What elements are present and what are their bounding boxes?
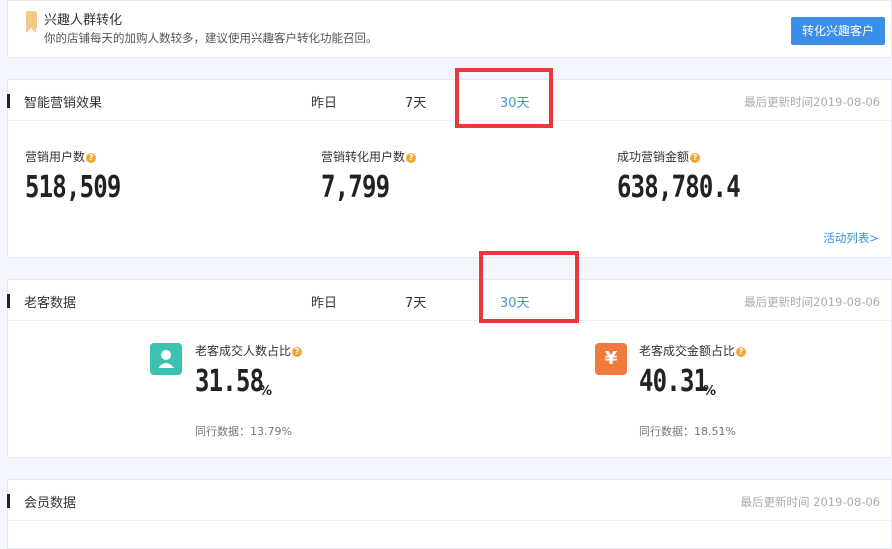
last-updated: 最后更新时间 2019-08-06 [740,495,881,509]
banner-description: 你的店铺每天的加购人数较多，建议使用兴趣客户转化功能召回。 [44,31,378,45]
section-marker [7,494,10,508]
question-icon[interactable]: ? [86,153,97,163]
metric-label-old-customer-amount-ratio: 老客成交金额占比? [639,342,747,359]
section-title: 智能营销效果 [24,96,103,111]
tab-yesterday[interactable]: 昨日 [311,292,337,311]
bookmark-icon [26,11,37,33]
old-customer-section: 老客数据 昨日 7天 30天 最后更新时间2019-08-06 老客成交人数占比… [7,279,892,458]
question-icon[interactable]: ? [292,347,303,357]
question-icon[interactable]: ? [736,347,747,357]
banner-title: 兴趣人群转化 [44,13,123,28]
convert-interest-customers-button[interactable]: 转化兴趣客户 [791,17,885,45]
section-marker [7,294,10,308]
peer-data: 同行数据：18.51% [639,425,736,438]
metric-value-old-customer-count-ratio: 31.58 [195,364,264,399]
percent-unit: % [259,384,273,399]
tab-7-days[interactable]: 7天 [405,92,426,111]
user-icon [150,343,182,375]
interest-conversion-banner: 兴趣人群转化 你的店铺每天的加购人数较多，建议使用兴趣客户转化功能召回。 转化兴… [7,0,892,58]
tab-30-days[interactable]: 30天 [500,292,530,311]
section-marker [7,94,10,108]
metric-value-converted-users: 7,799 [321,170,390,205]
question-icon[interactable]: ? [690,153,701,163]
metric-value-marketing-amount: 638,780.4 [617,170,741,205]
last-updated: 最后更新时间2019-08-06 [744,295,880,309]
percent-unit: % [703,384,717,399]
section-header: 会员数据 最后更新时间 2019-08-06 [7,480,891,521]
yen-icon: ¥ [595,343,627,375]
section-header: 智能营销效果 昨日 7天 30天 最后更新时间2019-08-06 [7,80,891,121]
section-title: 老客数据 [24,296,77,311]
metric-label-marketing-amount: 成功营销金额? [617,148,701,165]
tab-7-days[interactable]: 7天 [405,292,426,311]
tab-30-days[interactable]: 30天 [500,92,530,111]
metric-label-marketing-users: 营销用户数? [25,148,97,165]
question-icon[interactable]: ? [406,153,417,163]
section-header: 老客数据 昨日 7天 30天 最后更新时间2019-08-06 [7,280,891,321]
tab-yesterday[interactable]: 昨日 [311,92,337,111]
metric-label-old-customer-count-ratio: 老客成交人数占比? [195,342,303,359]
metric-value-marketing-users: 518,509 [25,170,121,205]
last-updated: 最后更新时间2019-08-06 [744,95,880,109]
metric-label-converted-users: 营销转化用户数? [321,148,417,165]
marketing-effect-section: 智能营销效果 昨日 7天 30天 最后更新时间2019-08-06 营销用户数?… [7,79,892,258]
activity-list-link[interactable]: 活动列表> [823,230,879,246]
section-title: 会员数据 [24,496,77,511]
peer-data: 同行数据：13.79% [195,425,292,438]
member-data-section: 会员数据 最后更新时间 2019-08-06 [7,479,892,549]
metric-value-old-customer-amount-ratio: 40.31 [639,364,708,399]
